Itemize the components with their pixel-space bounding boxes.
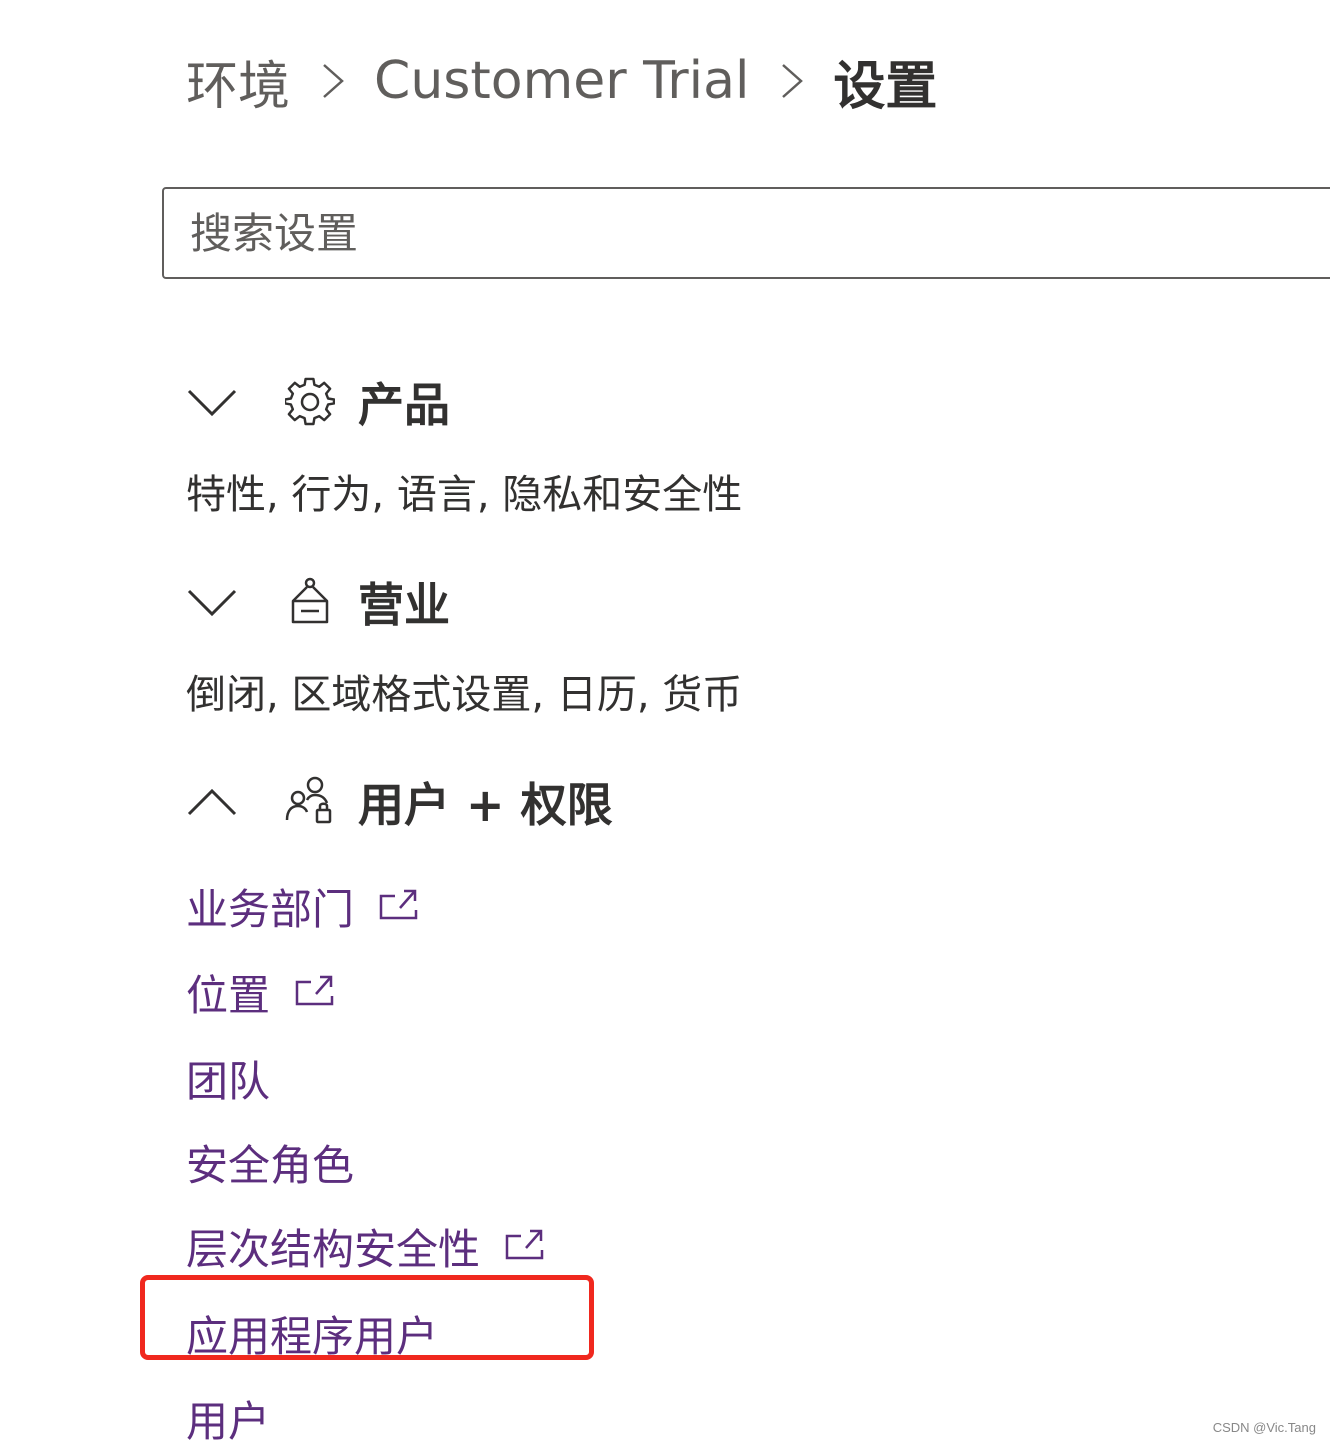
link-locations[interactable]: 位置 xyxy=(186,964,334,1020)
section-title-business: 营业 xyxy=(358,578,450,632)
store-sign-icon xyxy=(284,576,336,628)
link-application-users[interactable]: 应用程序用户 xyxy=(186,1305,438,1361)
section-description-product: 特性, 行为, 语言, 隐私和安全性 xyxy=(186,472,743,518)
search-box xyxy=(162,187,1330,279)
section-header-product[interactable]: 产品 xyxy=(186,370,450,434)
people-lock-icon xyxy=(284,776,336,828)
link-teams[interactable]: 团队 xyxy=(186,1050,270,1106)
link-hierarchy-security[interactable]: 层次结构安全性 xyxy=(186,1218,544,1274)
chevron-down-icon xyxy=(186,576,238,628)
chevron-right-icon xyxy=(320,61,346,101)
page-title: 设置 xyxy=(833,56,938,117)
breadcrumb-item-environments[interactable]: 环境 xyxy=(186,44,290,119)
section-description-business: 倒闭, 区域格式设置, 日历, 货币 xyxy=(186,672,743,718)
link-business-units[interactable]: 业务部门 xyxy=(186,878,418,934)
search-input[interactable] xyxy=(164,189,1330,277)
section-title-product: 产品 xyxy=(358,378,450,432)
breadcrumb: 环境 Customer Trial 设置 xyxy=(186,44,938,119)
section-header-business[interactable]: 营业 xyxy=(186,570,450,634)
section-header-users-permissions[interactable]: 用户 + 权限 xyxy=(186,770,613,834)
chevron-up-icon xyxy=(186,776,238,828)
breadcrumb-item-environment[interactable]: Customer Trial xyxy=(374,51,749,111)
section-title-users-permissions: 用户 + 权限 xyxy=(358,778,613,832)
gear-icon xyxy=(284,376,336,428)
link-label: 层次结构安全性 xyxy=(186,1224,481,1274)
link-users[interactable]: 用户 xyxy=(186,1390,270,1443)
settings-page: 环境 Customer Trial 设置 产品 特性, 行为, 语言, 隐私和安… xyxy=(0,0,1330,1443)
external-link-icon xyxy=(294,974,334,1010)
link-label: 位置 xyxy=(186,970,271,1020)
external-link-icon xyxy=(504,1228,544,1264)
link-label: 用户 xyxy=(186,1396,271,1443)
link-security-roles[interactable]: 安全角色 xyxy=(186,1134,354,1190)
watermark: CSDN @Vic.Tang xyxy=(1212,1420,1316,1435)
chevron-down-icon xyxy=(186,376,238,428)
link-label: 业务部门 xyxy=(186,884,355,934)
chevron-right-icon xyxy=(779,61,805,101)
link-label: 团队 xyxy=(186,1056,271,1106)
link-label: 安全角色 xyxy=(186,1140,355,1190)
link-label: 应用程序用户 xyxy=(186,1311,439,1361)
external-link-icon xyxy=(378,888,418,924)
